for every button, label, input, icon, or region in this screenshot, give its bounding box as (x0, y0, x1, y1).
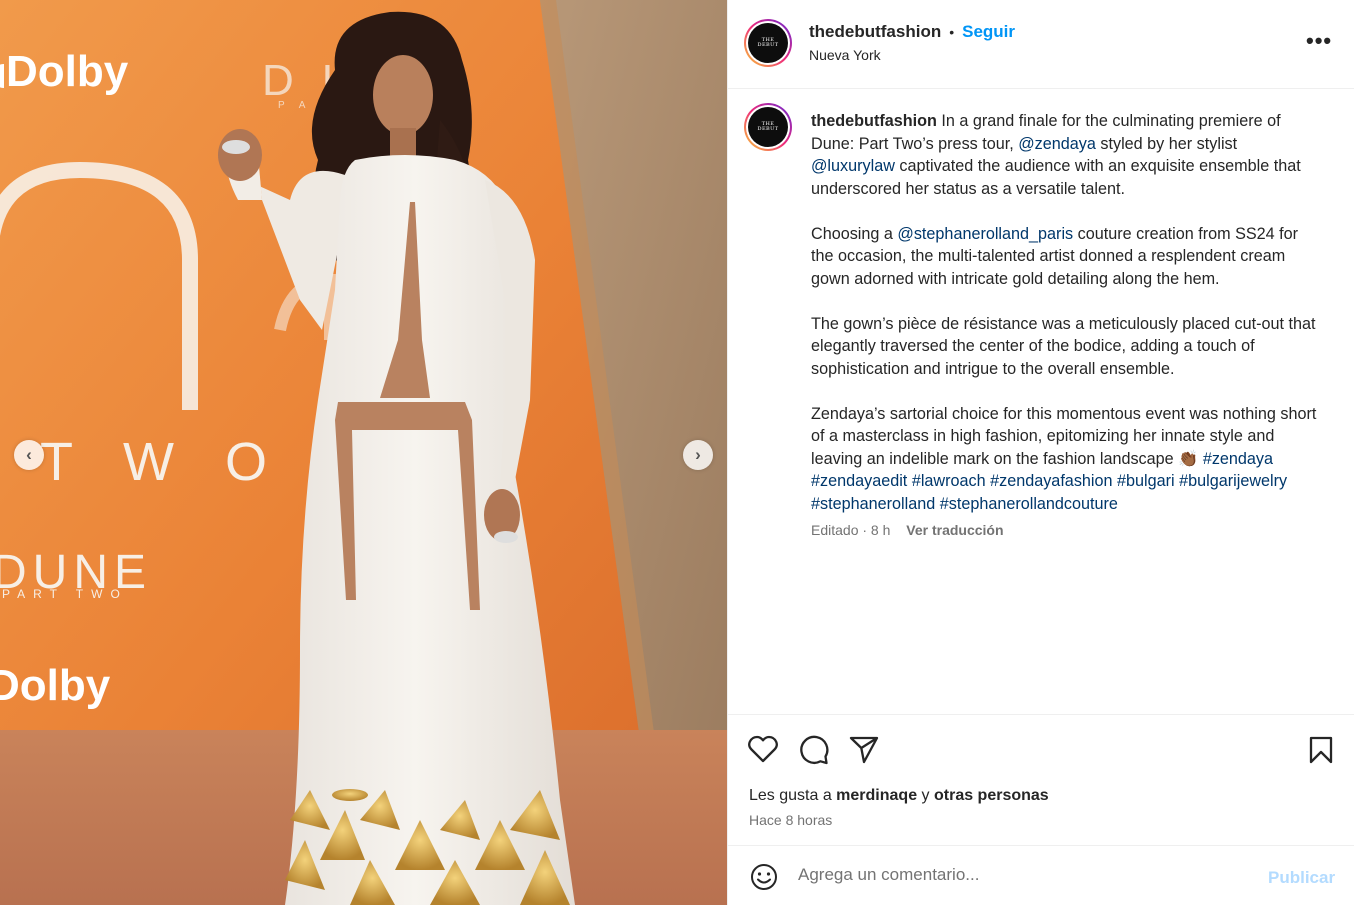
hashtag-link[interactable]: #bulgari (1117, 472, 1175, 490)
avatar[interactable]: THE DEBUT (744, 19, 792, 67)
see-translation-button[interactable]: Ver traducción (906, 522, 1003, 538)
caption-paragraph-3: The gown’s pièce de résistance was a met… (811, 314, 1316, 378)
caption-meta: Editado · 8 h Ver traducción (811, 522, 1004, 538)
more-options-icon[interactable]: ••• (1306, 30, 1332, 52)
mention-link[interactable]: @stephanerolland_paris (897, 225, 1073, 243)
comment-bar: Publicar (728, 847, 1354, 905)
separator-dot: • (949, 24, 955, 40)
header-username[interactable]: thedebutfashion (809, 22, 941, 42)
backdrop-pa: P A (278, 100, 311, 111)
hashtag-link[interactable]: #zendayafashion (990, 472, 1112, 490)
hashtag-link[interactable]: #stephanerolland (811, 495, 935, 513)
share-send-icon[interactable] (849, 735, 879, 765)
carousel-prev-button[interactable]: ‹ (14, 440, 44, 470)
caption-paragraph-2: Choosing a @stephanerolland_paris coutur… (811, 223, 1321, 291)
caption-text-segment: styled by her stylist (1095, 134, 1238, 153)
hashtag-link[interactable]: #zendaya (1203, 450, 1273, 468)
caption-avatar[interactable]: THE DEBUT (744, 103, 792, 151)
location-link[interactable]: Nueva York (809, 47, 881, 63)
hashtag-link[interactable]: #zendayaedit (811, 472, 907, 490)
follow-button[interactable]: Seguir (962, 22, 1015, 42)
post-image[interactable]: Dolby Dolby T W O DUNE PART TWO D U P A (0, 0, 727, 905)
emoji-icon[interactable] (750, 863, 778, 891)
caption-text: thedebutfashion In a grand finale for th… (811, 110, 1321, 515)
post-photo: Dolby Dolby T W O DUNE PART TWO D U P A (0, 0, 727, 905)
save-bookmark-icon[interactable] (1308, 736, 1334, 764)
caption-text-segment: Choosing a (811, 224, 898, 243)
chevron-right-icon: › (695, 444, 701, 464)
actions-section: Les gusta a merdinaqe y otras personas H… (728, 714, 1354, 846)
others-likes-link[interactable]: otras personas (934, 787, 1049, 804)
hashtag-link[interactable]: #bulgarijewelry (1179, 472, 1287, 490)
comment-input[interactable] (798, 865, 1248, 885)
publish-button[interactable]: Publicar (1268, 868, 1335, 888)
backdrop-part-two: PART TWO (2, 587, 128, 601)
likes-prefix: Les gusta a (749, 787, 837, 804)
hashtag-link[interactable]: #stephanerollandcouture (940, 495, 1118, 513)
caption-username[interactable]: thedebutfashion (811, 112, 937, 130)
avatar-text-bottom: DEBUT (757, 42, 779, 48)
likes-mid: y (917, 787, 934, 804)
like-heart-icon[interactable] (748, 735, 778, 763)
backdrop-dolby-bottom: Dolby (0, 661, 111, 710)
caption-section: THE DEBUT thedebutfashion In a grand fin… (728, 90, 1354, 714)
backdrop-dolby-top: Dolby (6, 47, 129, 96)
avatar-text-bottom: DEBUT (757, 126, 779, 132)
chevron-left-icon: ‹ (26, 444, 32, 464)
hashtag-link[interactable]: #lawroach (912, 472, 986, 490)
comment-icon[interactable] (799, 735, 829, 765)
mention-link[interactable]: @zendaya (1018, 135, 1096, 153)
edited-timestamp: Editado · 8 h (811, 522, 891, 538)
caption-paragraph-1: thedebutfashion In a grand finale for th… (811, 110, 1321, 200)
post-time: Hace 8 horas (749, 812, 833, 828)
caption-paragraph-4: Zendaya’s sartorial choice for this mome… (811, 403, 1321, 516)
mention-link[interactable]: @luxurylaw (811, 157, 895, 175)
post-header: THE DEBUT thedebutfashion • Seguir Nueva… (728, 0, 1354, 89)
carousel-next-button[interactable]: › (683, 440, 713, 470)
liker-username[interactable]: merdinaqe (836, 787, 917, 804)
likes-summary: Les gusta a merdinaqe y otras personas (749, 787, 1049, 805)
backdrop-two: T W O (40, 432, 285, 492)
post-panel: THE DEBUT thedebutfashion • Seguir Nueva… (727, 0, 1354, 905)
